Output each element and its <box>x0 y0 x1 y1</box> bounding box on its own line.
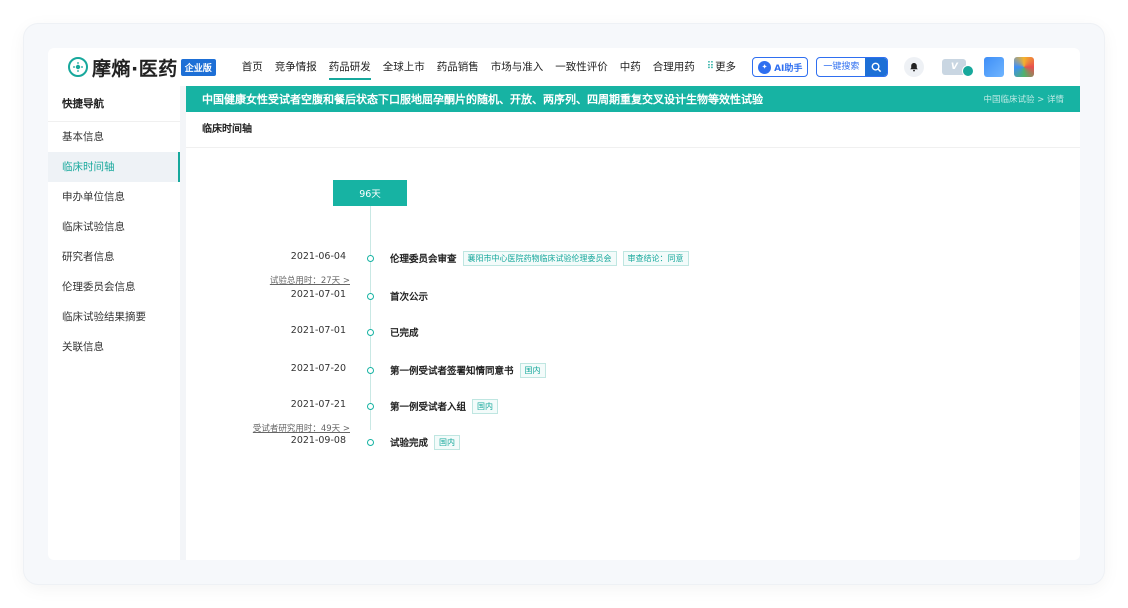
timeline-dot-icon <box>367 293 374 300</box>
timeline-event: 2021-07-21 第一例受试者入组 国内 <box>186 396 1080 416</box>
quick-nav-sidebar: 快捷导航 基本信息 临床时间轴 申办单位信息 临床试验信息 研究者信息 伦理委员… <box>48 86 180 560</box>
nav-tcm[interactable]: 中药 <box>620 48 641 86</box>
event-name: 试验完成 <box>390 438 429 449</box>
timeline-event: 2021-09-08 试验完成 国内 <box>186 432 1080 452</box>
event-date: 2021-07-20 <box>290 363 346 374</box>
sidebar-item-sponsor-info[interactable]: 申办单位信息 <box>48 182 180 212</box>
logo[interactable]: 摩熵·医药 企业版 <box>68 48 216 86</box>
sidebar-item-investigator-info[interactable]: 研究者信息 <box>48 242 180 272</box>
event-date: 2021-07-01 <box>290 289 346 300</box>
event-tag[interactable]: 襄阳市中心医院药物临床试验伦理委员会 <box>462 250 617 266</box>
notification-button[interactable] <box>904 57 925 77</box>
event-date: 2021-07-01 <box>290 325 346 336</box>
ai-assistant-label: AI助手 <box>774 63 803 74</box>
nav-drug-rd[interactable]: 药品研发 <box>328 48 371 86</box>
event-date: 2021-06-04 <box>290 251 346 262</box>
trial-title-bar: 中国健康女性受试者空腹和餐后状态下口服地屈孕酮片的随机、开放、两序列、四周期重复… <box>186 86 1080 112</box>
app-shortcut-icon-2[interactable] <box>1014 57 1035 77</box>
main-nav: 首页 竞争情报 药品研发 全球上市 药品销售 市场与准入 一致性评价 中药 合理… <box>242 48 748 86</box>
event-date: 2021-07-21 <box>290 399 346 410</box>
logo-mark-icon <box>68 57 88 77</box>
bell-icon <box>910 63 919 72</box>
nav-more-label: 更多 <box>715 61 737 73</box>
nav-rational-drug-use[interactable]: 合理用药 <box>653 48 695 86</box>
quick-search[interactable]: 一键搜索 <box>816 57 889 77</box>
search-icon <box>871 62 882 72</box>
sidebar-item-results-summary[interactable]: 临床试验结果摘要 <box>48 302 180 332</box>
sidebar-item-related-info[interactable]: 关联信息 <box>48 332 180 362</box>
sidebar-item-trial-info[interactable]: 临床试验信息 <box>48 212 180 242</box>
nav-drug-sales[interactable]: 药品销售 <box>437 48 479 86</box>
timeline-dot-icon <box>367 403 374 410</box>
vip-badge[interactable]: V <box>942 57 975 77</box>
sidebar-item-ethics-committee[interactable]: 伦理委员会信息 <box>48 272 180 302</box>
timeline-event: 2021-07-20 第一例受试者签署知情同意书 国内 <box>186 360 1080 380</box>
search-button[interactable] <box>865 58 888 76</box>
check-icon <box>962 65 975 77</box>
event-tag: 国内 <box>434 434 461 450</box>
nav-competitive-intel[interactable]: 竞争情报 <box>275 48 317 86</box>
timeline-dot-icon <box>367 329 374 336</box>
main-content: 中国健康女性受试者空腹和餐后状态下口服地屈孕酮片的随机、开放、两序列、四周期重复… <box>186 86 1080 560</box>
event-name: 已完成 <box>390 328 419 339</box>
quick-search-label: 一键搜索 <box>823 61 860 72</box>
grid-dots-icon: ⠿ <box>706 61 714 72</box>
app-shortcut-icon[interactable] <box>984 57 1005 77</box>
duration-badge: 96天 <box>333 180 407 206</box>
ai-assistant-button[interactable]: ✦ AI助手 <box>752 57 809 77</box>
sidebar-item-basic-info[interactable]: 基本信息 <box>48 122 180 152</box>
timeline-event: 2021-07-01 首次公示 <box>186 286 1080 306</box>
nav-more[interactable]: ⠿ 更多 <box>707 48 736 86</box>
clinical-timeline: 96天 2021-06-04 伦理委员会审查 襄阳市中心医院药物临床试验伦理委员… <box>186 148 1080 560</box>
timeline-event: 2021-07-01 已完成 <box>186 322 1080 342</box>
event-tag: 国内 <box>519 362 546 378</box>
nav-consistency-eval[interactable]: 一致性评价 <box>555 48 608 86</box>
logo-text: 摩熵·医药 <box>92 57 178 80</box>
event-name: 首次公示 <box>390 292 429 303</box>
event-name: 第一例受试者签署知情同意书 <box>390 366 514 377</box>
sidebar-item-clinical-timeline[interactable]: 临床时间轴 <box>48 152 180 182</box>
sidebar-title: 快捷导航 <box>48 86 180 122</box>
event-name: 第一例受试者入组 <box>390 402 467 413</box>
nav-home[interactable]: 首页 <box>242 48 263 86</box>
event-name: 伦理委员会审查 <box>390 254 457 265</box>
timeline-dot-icon <box>367 367 374 374</box>
event-tag: 国内 <box>472 398 499 414</box>
top-navigation-bar: 摩熵·医药 企业版 首页 竞争情报 药品研发 全球上市 药品销售 市场与准入 一… <box>48 48 1080 86</box>
interval-link[interactable]: 试验总用时：27天 > <box>270 274 350 286</box>
ai-icon: ✦ <box>758 60 772 74</box>
breadcrumb[interactable]: 中国临床试验 > 详情 <box>983 93 1064 105</box>
timeline-dot-icon <box>367 255 374 262</box>
timeline-dot-icon <box>367 439 374 446</box>
nav-market-access[interactable]: 市场与准入 <box>491 48 544 86</box>
edition-badge: 企业版 <box>180 58 216 76</box>
timeline-event: 2021-06-04 伦理委员会审查 襄阳市中心医院药物临床试验伦理委员会 审查… <box>186 248 1080 268</box>
event-tag: 审查结论：同意 <box>622 250 689 266</box>
event-date: 2021-09-08 <box>290 435 346 446</box>
page-title: 中国健康女性受试者空腹和餐后状态下口服地屈孕酮片的随机、开放、两序列、四周期重复… <box>202 93 763 106</box>
nav-global-launch[interactable]: 全球上市 <box>383 48 425 86</box>
app-window: 摩熵·医药 企业版 首页 竞争情报 药品研发 全球上市 药品销售 市场与准入 一… <box>48 48 1080 560</box>
section-title: 临床时间轴 <box>186 112 1080 148</box>
